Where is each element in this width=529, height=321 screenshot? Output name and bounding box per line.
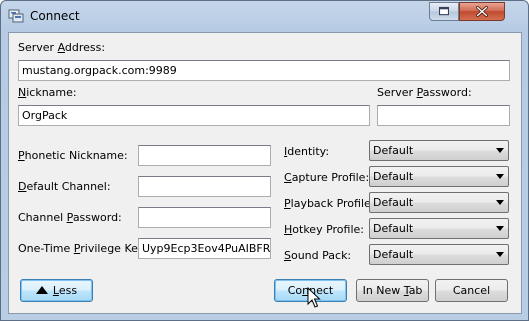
capture-profile-value: Default — [373, 170, 414, 183]
identity-value: Default — [373, 144, 414, 157]
privilege-key-input[interactable]: Uyp9Ecp3Eov4PuAIBFRAfA — [138, 238, 271, 259]
playback-profile-select[interactable]: Default — [369, 192, 509, 213]
playback-profile-label: Playback Profile: — [284, 197, 375, 210]
hotkey-profile-select[interactable]: Default — [369, 218, 509, 239]
capture-profile-label: Capture Profile: — [284, 171, 370, 184]
sound-pack-select[interactable]: Default — [369, 244, 509, 265]
title-bar[interactable]: Connect — [1, 1, 528, 31]
server-password-label: Server Password: — [377, 86, 472, 99]
window-title: Connect — [30, 9, 80, 23]
hotkey-profile-value: Default — [373, 222, 414, 235]
sound-pack-label: Sound Pack: — [284, 249, 352, 262]
less-button[interactable]: Less — [20, 279, 93, 302]
in-new-tab-button[interactable]: In New Tab — [356, 279, 429, 302]
phonetic-nickname-input[interactable] — [138, 145, 271, 166]
channel-password-input[interactable] — [138, 207, 271, 228]
phonetic-nickname-label: Phonetic Nickname: — [18, 149, 128, 162]
sound-pack-value: Default — [373, 248, 414, 261]
nickname-input[interactable]: OrgPack — [18, 105, 370, 126]
server-address-input[interactable]: mustang.orgpack.com:9989 — [18, 60, 510, 81]
restore-button[interactable] — [429, 2, 459, 21]
playback-profile-value: Default — [373, 196, 414, 209]
privilege-key-label: One-Time Privilege Key: — [18, 242, 148, 255]
triangle-up-icon — [35, 286, 48, 294]
identity-label: Identity: — [284, 145, 330, 158]
chevron-down-icon — [496, 252, 504, 257]
chevron-down-icon — [496, 148, 504, 153]
app-icon — [8, 9, 24, 23]
default-channel-label: Default Channel: — [18, 180, 111, 193]
default-channel-input[interactable] — [138, 176, 271, 197]
chevron-down-icon — [496, 174, 504, 179]
chevron-down-icon — [496, 200, 504, 205]
close-icon — [476, 6, 488, 17]
nickname-label: Nickname: — [18, 86, 77, 99]
hotkey-profile-label: Hotkey Profile: — [284, 223, 364, 236]
server-address-label: Server Address: — [18, 41, 106, 54]
chevron-down-icon — [496, 226, 504, 231]
channel-password-label: Channel Password: — [18, 211, 122, 224]
server-password-input[interactable] — [377, 105, 510, 126]
identity-select[interactable]: Default — [369, 140, 509, 161]
close-button[interactable] — [459, 2, 505, 21]
cancel-button[interactable]: Cancel — [435, 279, 508, 302]
mouse-cursor-icon — [307, 287, 321, 308]
capture-profile-select[interactable]: Default — [369, 166, 509, 187]
restore-icon — [438, 6, 450, 16]
